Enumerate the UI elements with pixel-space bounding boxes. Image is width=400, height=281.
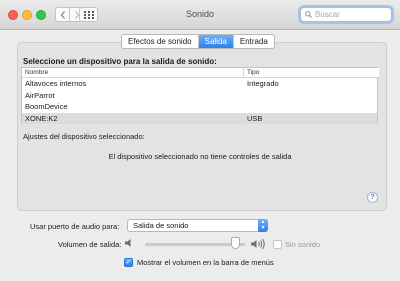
search-icon — [305, 11, 312, 18]
search-field[interactable] — [300, 7, 392, 22]
speaker-low-icon — [125, 239, 131, 247]
table-row-selected[interactable]: XONE:K2 USB — [22, 112, 377, 124]
device-type: USB — [247, 113, 263, 123]
search-input[interactable] — [315, 10, 391, 19]
tab-bar: Efectos de sonido Salida Entrada — [121, 34, 275, 49]
show-volume-label: Mostrar el volumen en la barra de menús — [137, 258, 274, 267]
volume-slider-knob[interactable] — [231, 237, 241, 249]
help-button[interactable]: ? — [367, 192, 378, 203]
no-controls-message: El dispositivo seleccionado no tiene con… — [108, 152, 292, 161]
output-volume-label: Volumen de salida: — [58, 240, 122, 249]
device-type: Integrado — [247, 79, 279, 88]
mute-label: Sin sonido — [285, 240, 321, 249]
device-settings-label: Ajustes del dispositivo seleccionado: — [23, 132, 145, 141]
table-row[interactable]: BoomDevice — [22, 101, 377, 113]
column-header-type[interactable]: Tipo — [244, 68, 379, 78]
audio-port-value: Salida de sonido — [133, 221, 189, 230]
tab-output[interactable]: Salida — [198, 35, 234, 48]
table-row[interactable]: AirParrot — [22, 90, 377, 102]
speaker-high-icon — [251, 238, 265, 250]
tab-sound-effects[interactable]: Efectos de sonido — [122, 35, 199, 48]
device-name: BoomDevice — [25, 102, 68, 111]
table-row[interactable]: Altavoces internos Integrado — [22, 78, 377, 90]
sound-preferences-window: Sonido Efectos de sonido Salida Entrada … — [0, 0, 400, 281]
titlebar: Sonido — [0, 0, 400, 30]
column-header-name[interactable]: Nombre — [22, 68, 244, 78]
tab-input[interactable]: Entrada — [234, 35, 274, 48]
device-name: AirParrot — [25, 90, 55, 100]
device-name: Altavoces internos — [25, 79, 87, 88]
audio-port-select[interactable]: Salida de sonido ▲ ▼ — [127, 219, 268, 232]
checkmark-icon: ✓ — [125, 259, 132, 266]
audio-port-label: Usar puerto de audio para: — [30, 222, 120, 231]
chevron-updown-icon: ▲ ▼ — [258, 219, 268, 232]
show-volume-checkbox[interactable]: ✓ — [124, 258, 133, 267]
output-heading: Seleccione un dispositivo para la salida… — [23, 57, 217, 66]
device-name: XONE:K2 — [25, 113, 58, 123]
device-table: Nombre Tipo Altavoces internos Integrado… — [21, 67, 379, 124]
mute-checkbox[interactable] — [273, 240, 282, 249]
volume-slider[interactable] — [145, 243, 245, 246]
